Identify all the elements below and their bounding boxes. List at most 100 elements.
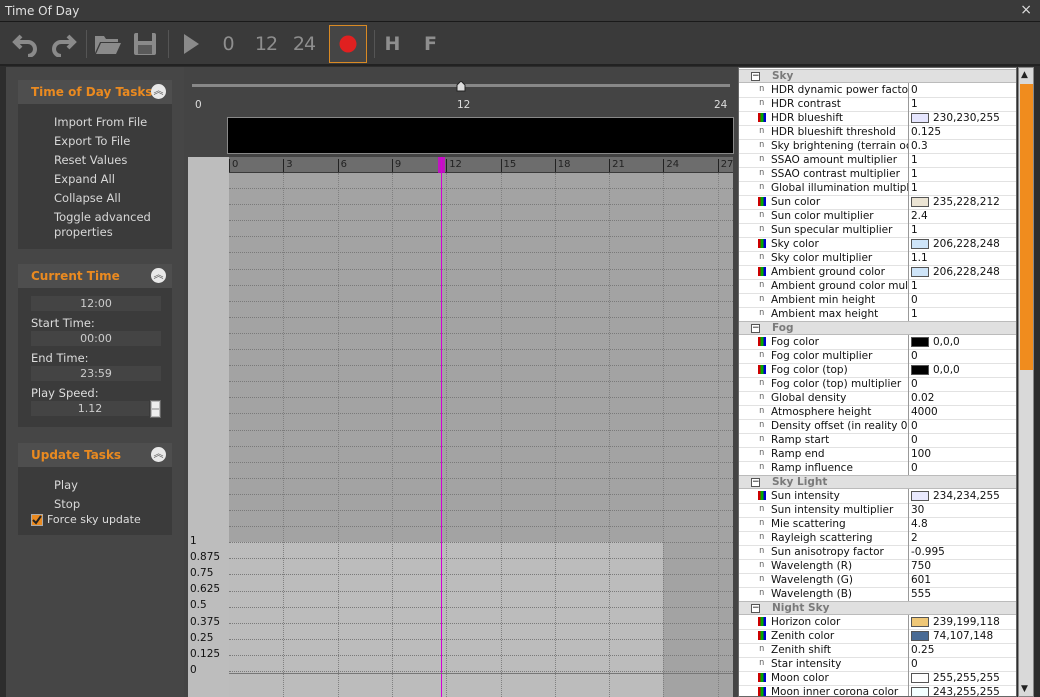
collapse-icon[interactable]: ︽ [151,84,166,99]
property-row[interactable]: n Sky color multiplier 1.1 [739,251,1016,265]
property-value[interactable]: 4000 [911,405,1016,419]
property-row[interactable]: n HDR blueshift threshold 0.125 [739,125,1016,139]
property-row[interactable]: n Ambient max height 1 [739,307,1016,321]
property-scrollbar[interactable]: ▲ ▼ [1018,67,1034,697]
tasks-header[interactable]: Time of Day Tasks ︽ [18,80,172,104]
play-speed-field[interactable]: 1.12 [31,401,149,416]
property-row[interactable]: HDR blueshift 230,230,255 [739,111,1016,125]
property-value[interactable]: 750 [911,559,1016,573]
property-row[interactable]: Fog color 0,0,0 [739,335,1016,349]
property-row[interactable]: n Ramp influence 0 [739,461,1016,475]
reset-link[interactable]: Reset Values [54,153,127,167]
time-0-button[interactable]: 0 [214,25,242,63]
property-row[interactable]: n Rayleigh scattering 2 [739,531,1016,545]
time-ruler[interactable]: 0 3 6 9 12 15 18 21 24 27 [229,157,733,173]
color-swatch[interactable] [911,631,929,641]
property-value[interactable]: 0.02 [911,391,1016,405]
collapse-all-link[interactable]: Collapse All [54,191,121,205]
property-row[interactable]: n Wavelength (G) 601 [739,573,1016,587]
property-value[interactable]: 0.125 [911,125,1016,139]
property-value[interactable]: 206,228,248 [911,237,1016,251]
property-value[interactable]: 100 [911,447,1016,461]
property-row[interactable]: Ambient ground color 206,228,248 [739,265,1016,279]
expand-all-link[interactable]: Expand All [54,172,115,186]
property-value[interactable]: 30 [911,503,1016,517]
property-value[interactable]: 0 [911,433,1016,447]
undo-button[interactable] [9,25,43,63]
property-value[interactable]: 239,199,118 [911,615,1016,629]
property-row[interactable]: n Global illumination multiplier 1 [739,181,1016,195]
update-tasks-header[interactable]: Update Tasks ︽ [18,443,172,467]
toggle-advanced-link[interactable]: Toggle advanced properties [54,210,164,240]
time-cursor[interactable] [440,157,442,697]
property-row[interactable]: n Wavelength (B) 555 [739,587,1016,601]
property-row[interactable]: n Mie scattering 4.8 [739,517,1016,531]
open-button[interactable] [92,25,124,63]
force-sky-checkbox[interactable] [31,514,43,526]
property-row[interactable]: Moon inner corona color 243,255,255 [739,685,1016,696]
property-row[interactable]: n SSAO contrast multiplier 1 [739,167,1016,181]
property-value[interactable]: 243,255,255 [911,685,1016,696]
property-row[interactable]: Sky color 206,228,248 [739,237,1016,251]
property-row[interactable]: n Sky brightening (terrain occl 0.3 [739,139,1016,153]
property-value[interactable]: -0.995 [911,545,1016,559]
property-row[interactable]: Zenith color 74,107,148 [739,629,1016,643]
property-value[interactable]: 206,228,248 [911,265,1016,279]
property-value[interactable]: 0.3 [911,139,1016,153]
current-time-header[interactable]: Current Time ︽ [18,264,172,288]
property-row[interactable]: n Ramp end 100 [739,447,1016,461]
collapse-box-icon[interactable]: − [751,604,760,613]
color-gradient-bar[interactable] [227,117,734,154]
property-value[interactable]: 0 [911,349,1016,363]
property-value[interactable]: 1 [911,181,1016,195]
collapse-icon[interactable]: ︽ [151,447,166,462]
color-swatch[interactable] [911,267,929,277]
property-row[interactable]: n Sun specular multiplier 1 [739,223,1016,237]
color-swatch[interactable] [911,365,929,375]
property-value[interactable]: 2 [911,531,1016,545]
property-value[interactable]: 0 [911,377,1016,391]
property-row[interactable]: Sun color 235,228,212 [739,195,1016,209]
property-value[interactable]: 255,255,255 [911,671,1016,685]
property-section[interactable]: − Sky [739,69,1016,83]
property-row[interactable]: n Ambient min height 0 [739,293,1016,307]
color-swatch[interactable] [911,687,929,696]
property-section[interactable]: − Night Sky [739,601,1016,615]
property-value[interactable]: 1 [911,223,1016,237]
property-row[interactable]: n Wavelength (R) 750 [739,559,1016,573]
property-row[interactable]: n Zenith shift 0.25 [739,643,1016,657]
property-row[interactable]: Sun intensity 234,234,255 [739,489,1016,503]
property-value[interactable]: 74,107,148 [911,629,1016,643]
property-row[interactable]: n Global density 0.02 [739,391,1016,405]
color-swatch[interactable] [911,337,929,347]
property-value[interactable]: 555 [911,587,1016,601]
record-button[interactable] [329,25,367,63]
property-value[interactable]: 0 [911,657,1016,671]
property-section[interactable]: − Fog [739,321,1016,335]
property-row[interactable]: n Density offset (in reality 0) 0 [739,419,1016,433]
color-swatch[interactable] [911,239,929,249]
scroll-up-icon[interactable]: ▲ [1021,70,1028,80]
play-link[interactable]: Play [54,478,78,492]
property-value[interactable]: 0,0,0 [911,363,1016,377]
property-value[interactable]: 0,0,0 [911,335,1016,349]
property-row[interactable]: Moon color 255,255,255 [739,671,1016,685]
play-speed-spinner[interactable] [150,400,161,418]
property-value[interactable]: 0 [911,419,1016,433]
time-24-button[interactable]: 24 [288,25,320,63]
property-row[interactable]: n Ambient ground color multipl1 [739,279,1016,293]
scroll-down-icon[interactable]: ▼ [1021,684,1028,694]
property-value[interactable]: 601 [911,573,1016,587]
current-time-field[interactable]: 12:00 [31,296,161,311]
collapse-box-icon[interactable]: − [751,324,760,333]
property-value[interactable]: 0.25 [911,643,1016,657]
end-time-field[interactable]: 23:59 [31,366,161,381]
property-value[interactable]: 1 [911,307,1016,321]
time-12-button[interactable]: 12 [250,25,282,63]
property-value[interactable]: 234,234,255 [911,489,1016,503]
property-value[interactable]: 0 [911,461,1016,475]
property-value[interactable]: 1 [911,167,1016,181]
property-value[interactable]: 235,228,212 [911,195,1016,209]
property-row[interactable]: n Fog color multiplier 0 [739,349,1016,363]
h-button[interactable]: H [380,25,404,63]
